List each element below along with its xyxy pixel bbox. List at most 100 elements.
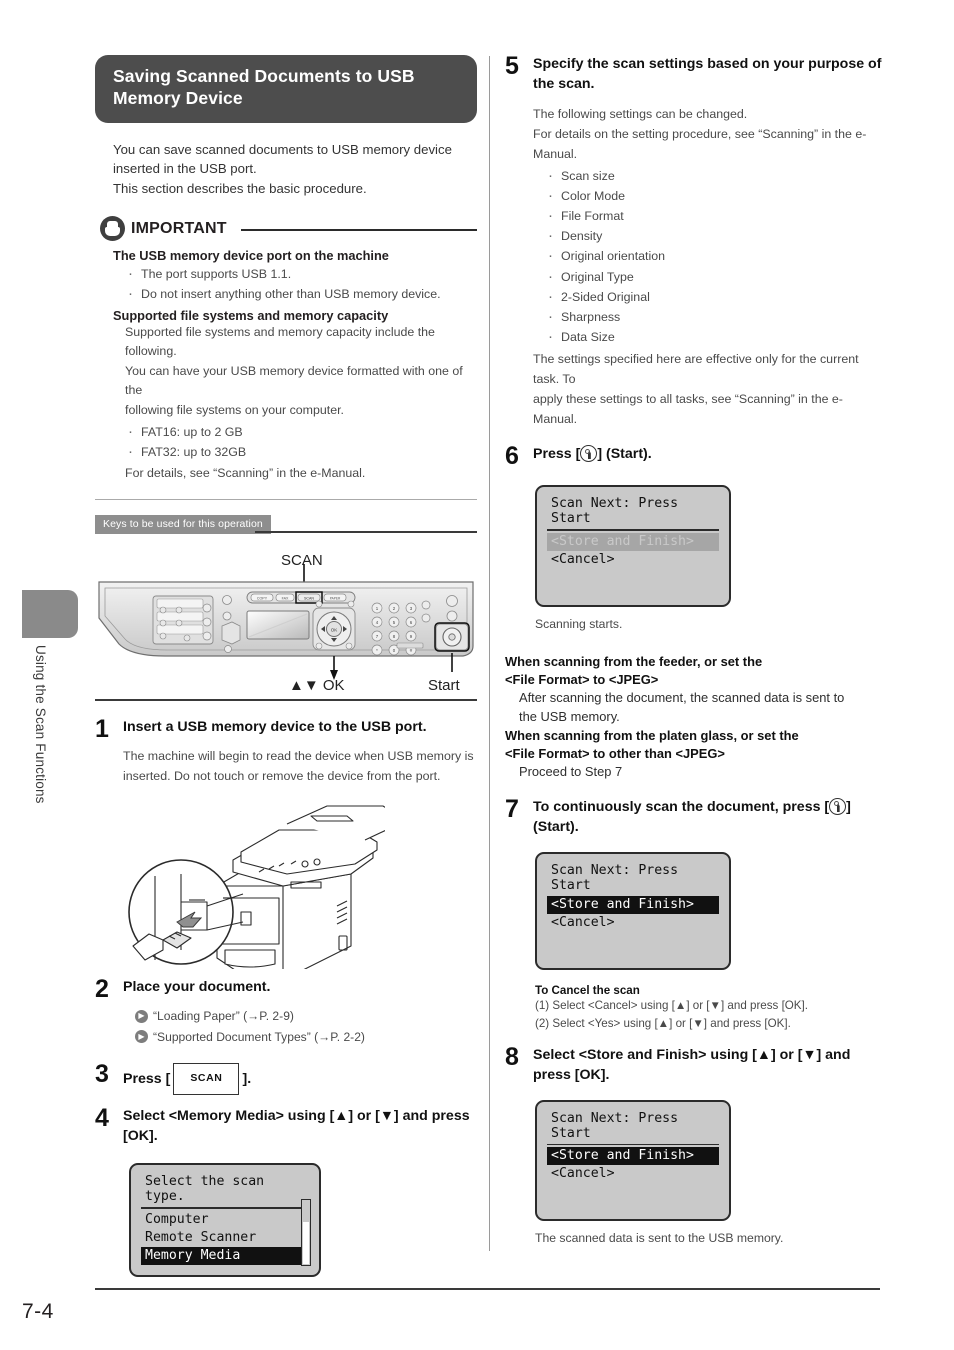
step-5-tail: The settings specified here are effectiv… xyxy=(533,349,885,429)
step-number: 4 xyxy=(95,1104,109,1133)
scan-source-notes: When scanning from the feeder, or set th… xyxy=(505,653,885,782)
figure-bottom-rule xyxy=(95,699,477,701)
reference-link[interactable]: ▶ “Loading Paper” (→P. 2-9) xyxy=(135,1006,477,1027)
step-text-line-2: inserted. Do not touch or remove the dev… xyxy=(123,768,441,783)
lcd-option-cancel[interactable]: <Cancel> xyxy=(547,914,719,932)
lcd-title: Scan Next: Press Start xyxy=(551,862,679,893)
step-4: 4 Select <Memory Media> using [▲] or [▼]… xyxy=(95,1104,477,1147)
left-column: Saving Scanned Documents to USB Memory D… xyxy=(95,55,477,1277)
cancel-heading: To Cancel the scan xyxy=(535,983,640,997)
step-title: Insert a USB memory device to the USB po… xyxy=(123,718,427,735)
svg-text:OK: OK xyxy=(331,628,338,633)
lcd-title: Scan Next: Press Start xyxy=(551,1110,679,1141)
step-number: 3 xyxy=(95,1060,109,1089)
lcd-option-cancel[interactable]: <Cancel> xyxy=(547,1165,719,1183)
step-number: 6 xyxy=(505,442,519,471)
chapter-label: Using the Scan Functions xyxy=(33,645,48,804)
svg-text:FAX: FAX xyxy=(282,597,289,601)
feeder-note-heading-1: When scanning from the feeder, or set th… xyxy=(505,653,763,669)
hand-stop-icon xyxy=(100,216,125,242)
lcd-separator xyxy=(547,1143,719,1146)
important-rule xyxy=(240,229,477,231)
lcd-option-memory-media[interactable]: Memory Media xyxy=(141,1246,309,1265)
step-title-prefix: To continuously scan the document, press… xyxy=(533,798,830,815)
feeder-note-heading-2: <File Format> to <JPEG> xyxy=(505,671,659,687)
list-item: FAT16: up to 2 GB xyxy=(125,419,477,443)
platen-note-heading-1: When scanning from the platen glass, or … xyxy=(505,727,799,743)
platen-note-heading-2: <File Format> to other than <JPEG> xyxy=(505,745,725,761)
important-para-2b: You can have your USB memory device form… xyxy=(125,363,463,398)
keys-figure-header: Keys to be used for this operation xyxy=(95,514,477,535)
important-heading-1: The USB memory device port on the machin… xyxy=(113,248,389,264)
important-para-2a: Supported file systems and memory capaci… xyxy=(125,324,435,359)
lcd-title: Scan Next: Press Start xyxy=(551,496,679,526)
important-body: The USB memory device port on the machin… xyxy=(113,248,477,483)
step-number: 5 xyxy=(505,52,519,80)
step-5-intro: The following settings can be changed. F… xyxy=(533,104,885,164)
list-item: File Format xyxy=(545,204,885,228)
list-item: Do not insert anything other than USB me… xyxy=(125,282,477,306)
step-title-suffix: ]. xyxy=(242,1071,252,1088)
scan-settings-list: Scan size Color Mode File Format Density… xyxy=(533,164,885,349)
step-title-prefix: Press [ xyxy=(533,446,581,463)
start-button-icon[interactable] xyxy=(829,797,847,815)
feeder-note-body-2: the USB memory. xyxy=(519,708,620,724)
step-5-tail-line-1: The settings specified here are effectiv… xyxy=(533,351,859,386)
important-bullets-2: FAT16: up to 2 GB FAT32: up to 32GB xyxy=(113,419,477,464)
list-item: Sharpness xyxy=(545,305,885,329)
step-5-tail-line-2: apply these settings to all tasks, see “… xyxy=(533,392,843,427)
step-text: The machine will begin to read the devic… xyxy=(123,746,477,786)
list-item: Original orientation xyxy=(545,244,885,268)
lcd-blank-area xyxy=(547,1183,719,1209)
cancel-step-2: (2) Select <Yes> using [▲] or [▼] and pr… xyxy=(535,1017,791,1031)
lcd-option-store-and-finish[interactable]: <Store and Finish> xyxy=(547,895,719,914)
footer-rule xyxy=(95,1288,880,1290)
important-footer: For details, see “Scanning” in the e-Man… xyxy=(125,465,366,480)
step-title: Place your document. xyxy=(123,978,271,995)
list-item: 2-Sided Original xyxy=(545,285,885,309)
section-title: Saving Scanned Documents to USB Memory D… xyxy=(95,55,477,123)
reference-link[interactable]: ▶ “Supported Document Types” (→P. 2-2) xyxy=(135,1027,477,1048)
list-item: Scan size xyxy=(545,164,885,188)
lcd-scrollbar[interactable] xyxy=(301,1199,311,1266)
callout-scan-label: SCAN xyxy=(281,552,323,570)
keys-tag-label: Keys to be used for this operation xyxy=(95,515,271,535)
step-7: 7 To continuously scan the document, pre… xyxy=(505,794,885,838)
intro-line-2: This section describes the basic procedu… xyxy=(113,180,367,196)
lcd-option-store-and-finish[interactable]: <Store and Finish> xyxy=(547,1147,719,1166)
step-number: 7 xyxy=(505,794,519,823)
important-para-2c: following file systems on your computer. xyxy=(125,402,344,417)
step-5-line-1: The following settings can be changed. xyxy=(533,106,748,121)
play-arrow-icon: ▶ xyxy=(135,1030,148,1044)
lcd-option-computer[interactable]: Computer xyxy=(141,1211,309,1229)
lcd-screen-step-4: Select the scan type. Computer Remote Sc… xyxy=(129,1163,321,1277)
reference-label: “Loading Paper” (→P. 2-9) xyxy=(153,1008,294,1023)
control-panel-figure: SCAN COPY FAX SCAN PAPER OK 1 2 3 4 5 6 … xyxy=(95,538,477,695)
step-2: 2 Place your document. ▶ “Loading Paper”… xyxy=(95,974,477,1048)
callout-start-label: Start xyxy=(428,677,460,695)
step-number: 2 xyxy=(95,974,109,1003)
scan-key-button[interactable]: SCAN xyxy=(173,1063,240,1096)
usb-insert-illustration xyxy=(115,794,477,974)
step-text-line-1: The machine will begin to read the devic… xyxy=(123,748,474,763)
lcd-title: Select the scan type. xyxy=(145,1174,265,1205)
lcd-option-cancel[interactable]: <Cancel> xyxy=(547,551,719,569)
step-1: 1 Insert a USB memory device to the USB … xyxy=(95,716,477,786)
start-button-icon[interactable] xyxy=(580,445,598,463)
lcd-screen-step-7: Scan Next: Press Start <Store and Finish… xyxy=(535,851,731,970)
step-title: Specify the scan settings based on your … xyxy=(533,56,882,92)
lcd-option-store-and-finish[interactable]: <Store and Finish> xyxy=(547,532,719,551)
step-8: 8 Select <Store and Finish> using [▲] or… xyxy=(505,1042,885,1086)
section-intro: You can save scanned documents to USB me… xyxy=(113,140,477,199)
lcd-screen-step-6: Scan Next: Press Start <Store and Finish… xyxy=(535,485,731,607)
step-6-note: Scanning starts. xyxy=(535,616,623,631)
platen-note-body: Proceed to Step 7 xyxy=(519,764,623,780)
lcd-separator xyxy=(141,1207,309,1209)
reference-label: “Supported Document Types” (→P. 2-2) xyxy=(153,1029,365,1044)
lcd-option-remote-scanner[interactable]: Remote Scanner xyxy=(141,1229,309,1247)
svg-text:*: * xyxy=(376,648,378,653)
list-item: FAT32: up to 32GB xyxy=(125,440,477,464)
step-title: Press [SCAN]. xyxy=(123,1063,477,1096)
step-number: 8 xyxy=(505,1042,519,1071)
lcd-blank-area xyxy=(547,932,719,958)
